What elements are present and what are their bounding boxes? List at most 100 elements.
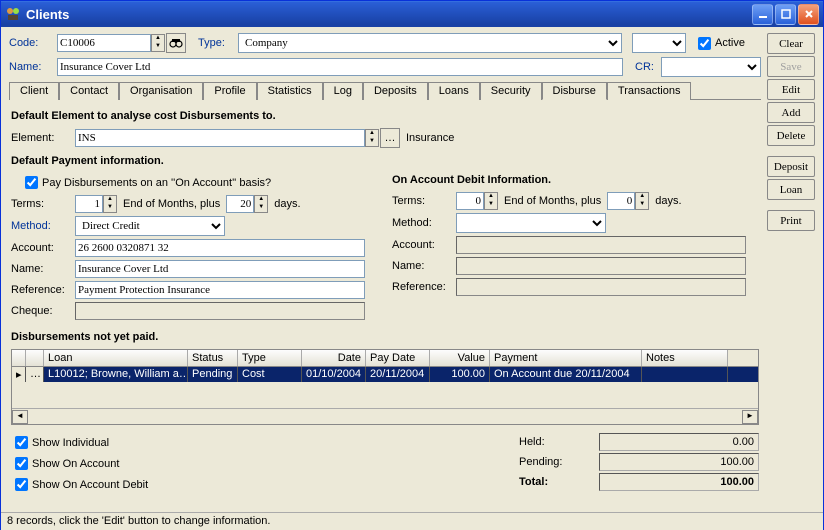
col-rowmarker[interactable] — [12, 350, 26, 366]
active-checkbox[interactable] — [698, 37, 711, 50]
name-label: Name: — [9, 61, 57, 73]
show-onaccount-debit-label: Show On Account Debit — [32, 479, 148, 491]
terms2-label: Terms: — [392, 195, 456, 207]
edit-button[interactable]: Edit — [767, 79, 815, 100]
account1-input[interactable] — [75, 239, 365, 257]
terms1-days-input[interactable] — [226, 195, 254, 213]
terms1-label: Terms: — [11, 198, 75, 210]
code-label: Code: — [9, 37, 57, 49]
cr-select[interactable] — [661, 57, 761, 77]
terms2-months-input[interactable] — [456, 192, 484, 210]
terms-mid2: End of Months, plus — [504, 195, 601, 207]
pending-label: Pending: — [519, 456, 599, 468]
scroll-left-icon[interactable]: ◄ — [12, 410, 28, 424]
cell-type: Cost — [238, 367, 302, 382]
element-lookup-icon[interactable]: … — [380, 128, 400, 148]
col-loan[interactable]: Loan — [44, 350, 188, 366]
terms-mid1: End of Months, plus — [123, 198, 220, 210]
show-onaccount-debit-checkbox[interactable] — [15, 478, 28, 491]
row-expand-button[interactable]: … — [26, 367, 44, 382]
tab-contact[interactable]: Contact — [59, 82, 119, 100]
close-button[interactable] — [798, 4, 819, 25]
binoculars-icon[interactable] — [166, 33, 186, 53]
table-row[interactable]: ▸ … L10012; Browne, William a… Pending C… — [12, 367, 758, 382]
grid-heading: Disbursements not yet paid. — [11, 331, 759, 343]
minimize-button[interactable] — [752, 4, 773, 25]
method2-label: Method: — [392, 217, 456, 229]
terms1-days-spinner[interactable]: ▲▼ — [254, 195, 268, 213]
window-title: Clients — [26, 7, 750, 22]
terms2-days-input[interactable] — [607, 192, 635, 210]
terms2-days-spinner[interactable]: ▲▼ — [635, 192, 649, 210]
tab-security[interactable]: Security — [480, 82, 542, 100]
terms1-months-spinner[interactable]: ▲▼ — [103, 195, 117, 213]
element-label: Element: — [11, 132, 75, 144]
loan-button[interactable]: Loan — [767, 179, 815, 200]
account2-display — [456, 236, 746, 254]
method2-select[interactable] — [456, 213, 606, 233]
element-spinner[interactable]: ▲▼ — [365, 129, 379, 147]
titlebar[interactable]: Clients — [1, 1, 823, 27]
element-input[interactable] — [75, 129, 365, 147]
grid-empty-area — [12, 382, 758, 408]
cheque-label: Cheque: — [11, 305, 75, 317]
ref2-display — [456, 278, 746, 296]
payname1-input[interactable] — [75, 260, 365, 278]
cell-status: Pending — [188, 367, 238, 382]
cell-payment: On Account due 20/11/2004 — [490, 367, 642, 382]
delete-button[interactable]: Delete — [767, 125, 815, 146]
pending-value: 100.00 — [599, 453, 759, 471]
print-button[interactable]: Print — [767, 210, 815, 231]
payname1-label: Name: — [11, 263, 75, 275]
grid-hscroll[interactable]: ◄ ► — [12, 408, 758, 424]
cell-date: 01/10/2004 — [302, 367, 366, 382]
col-expander[interactable] — [26, 350, 44, 366]
col-value[interactable]: Value — [430, 350, 490, 366]
blank-select[interactable] — [632, 33, 686, 53]
disbursements-grid[interactable]: Loan Status Type Date Pay Date Value Pay… — [11, 349, 759, 425]
ref1-label: Reference: — [11, 284, 75, 296]
terms1-months-input[interactable] — [75, 195, 103, 213]
code-input[interactable] — [57, 34, 151, 52]
col-payment[interactable]: Payment — [490, 350, 642, 366]
tab-statistics[interactable]: Statistics — [257, 82, 323, 100]
element-name: Insurance — [406, 132, 454, 144]
tab-transactions[interactable]: Transactions — [607, 82, 692, 100]
clear-button[interactable]: Clear — [767, 33, 815, 54]
tabstrip: Client Contact Organisation Profile Stat… — [9, 81, 761, 100]
code-spinner[interactable]: ▲▼ — [151, 34, 165, 52]
type-select[interactable]: Company — [238, 33, 622, 53]
tab-log[interactable]: Log — [323, 82, 363, 100]
col-paydate[interactable]: Pay Date — [366, 350, 430, 366]
scroll-right-icon[interactable]: ► — [742, 410, 758, 424]
method1-select[interactable]: Direct Credit — [75, 216, 225, 236]
tab-organisation[interactable]: Organisation — [119, 82, 203, 100]
tab-deposits[interactable]: Deposits — [363, 82, 428, 100]
status-bar: 8 records, click the 'Edit' button to ch… — [1, 512, 823, 530]
cr-label: CR: — [635, 61, 661, 73]
name-input[interactable] — [57, 58, 623, 76]
add-button[interactable]: Add — [767, 102, 815, 123]
ref1-input[interactable] — [75, 281, 365, 299]
show-onaccount-checkbox[interactable] — [15, 457, 28, 470]
col-type[interactable]: Type — [238, 350, 302, 366]
maximize-button[interactable] — [775, 4, 796, 25]
held-value: 0.00 — [599, 433, 759, 451]
account1-label: Account: — [11, 242, 75, 254]
tab-profile[interactable]: Profile — [203, 82, 256, 100]
active-checkbox-label[interactable]: Active — [694, 34, 745, 53]
type-label: Type: — [198, 37, 238, 49]
col-date[interactable]: Date — [302, 350, 366, 366]
onaccount-checkbox[interactable] — [25, 176, 38, 189]
deposit-button[interactable]: Deposit — [767, 156, 815, 177]
show-individual-checkbox[interactable] — [15, 436, 28, 449]
total-value: 100.00 — [599, 473, 759, 491]
total-label: Total: — [519, 476, 599, 488]
tab-client[interactable]: Client — [9, 82, 59, 100]
col-notes[interactable]: Notes — [642, 350, 728, 366]
tab-loans[interactable]: Loans — [428, 82, 480, 100]
tab-disburse[interactable]: Disburse — [542, 82, 607, 100]
col-status[interactable]: Status — [188, 350, 238, 366]
save-button[interactable]: Save — [767, 56, 815, 77]
terms2-months-spinner[interactable]: ▲▼ — [484, 192, 498, 210]
